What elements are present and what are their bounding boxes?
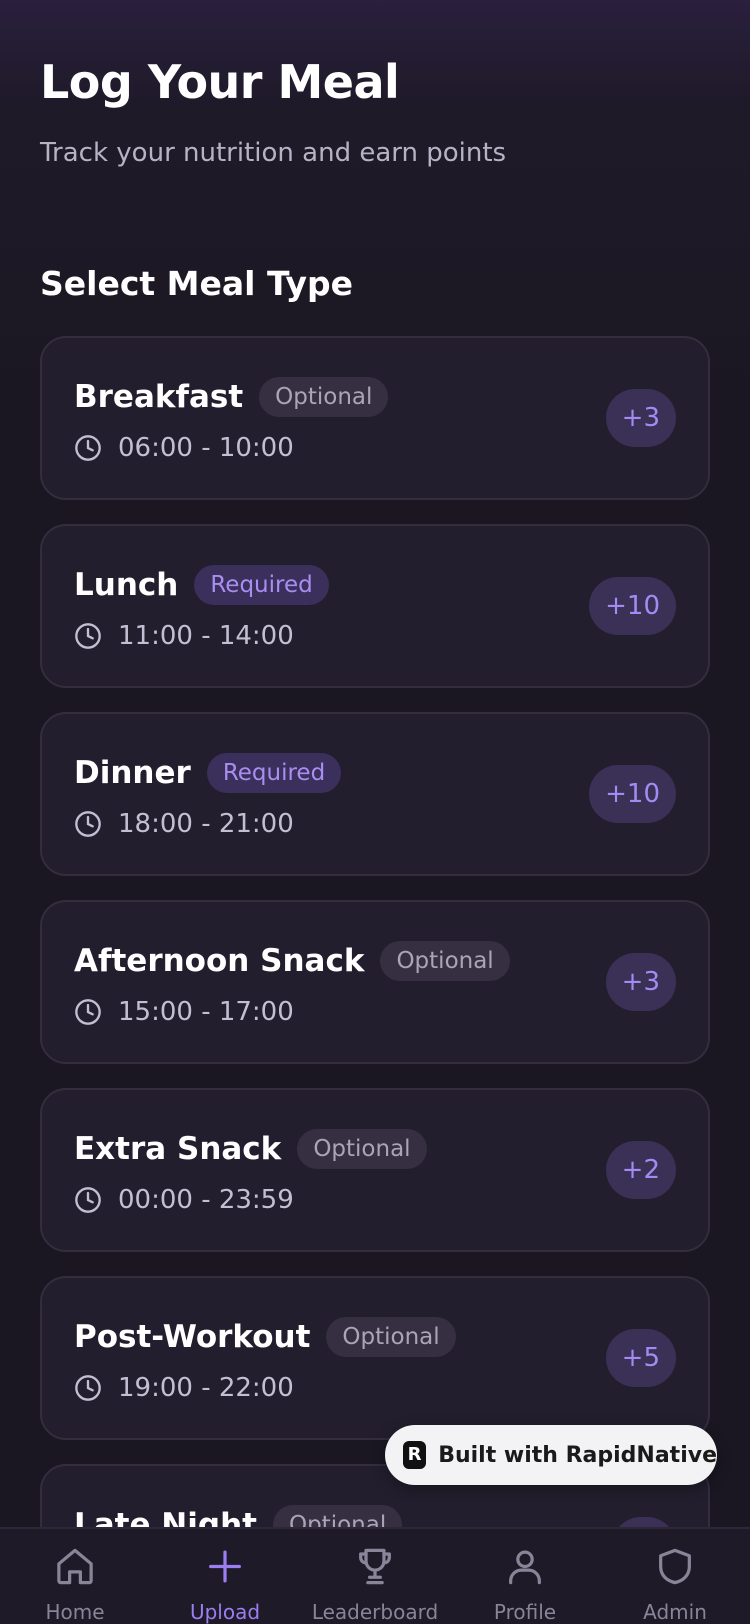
built-with-rapidnative-button[interactable]: R Built with RapidNative bbox=[385, 1425, 717, 1485]
clock-icon bbox=[75, 435, 101, 461]
meal-card-lunch[interactable]: Lunch Required 11:00 - 14:00 +10 bbox=[40, 524, 710, 688]
meal-badge: Optional bbox=[297, 1129, 427, 1169]
tab-home[interactable]: Home bbox=[0, 1529, 150, 1624]
points-badge: +3 bbox=[605, 389, 676, 447]
built-with-label: Built with RapidNative bbox=[438, 1442, 717, 1468]
bottom-tab-bar: Home Upload Leaderboard Profile Admin bbox=[0, 1527, 750, 1624]
meal-name: Extra Snack bbox=[74, 1131, 282, 1167]
page-subtitle: Track your nutrition and earn points bbox=[40, 138, 507, 168]
meal-time: 06:00 - 10:00 bbox=[118, 433, 294, 463]
meal-card-extra-snack[interactable]: Extra Snack Optional 00:00 - 23:59 +2 bbox=[40, 1088, 710, 1252]
page-title: Log Your Meal bbox=[40, 55, 400, 109]
shield-icon bbox=[659, 1548, 691, 1585]
page-header: Log Your Meal Track your nutrition and e… bbox=[40, 50, 710, 170]
meal-card-post-workout[interactable]: Post-Workout Optional 19:00 - 22:00 +5 bbox=[40, 1276, 710, 1440]
clock-icon bbox=[75, 1187, 101, 1213]
meal-time: 15:00 - 17:00 bbox=[118, 997, 294, 1027]
meal-badge: Optional bbox=[259, 377, 389, 417]
meal-time: 00:00 - 23:59 bbox=[118, 1185, 294, 1215]
meal-name: Lunch bbox=[74, 567, 179, 603]
clock-icon bbox=[75, 999, 101, 1025]
points-badge: +3 bbox=[605, 953, 676, 1011]
tab-label: Leaderboard bbox=[311, 1600, 439, 1624]
points-badge: +10 bbox=[589, 577, 676, 635]
plus-icon bbox=[209, 1550, 241, 1583]
tab-label: Upload bbox=[189, 1600, 261, 1624]
meal-badge: Required bbox=[194, 565, 329, 605]
meal-name: Breakfast bbox=[74, 379, 244, 415]
tab-label: Profile bbox=[493, 1600, 557, 1624]
rapidnative-logo-icon: R bbox=[403, 1441, 427, 1469]
clock-icon bbox=[75, 811, 101, 837]
meal-name: Afternoon Snack bbox=[74, 943, 365, 979]
meal-badge: Optional bbox=[326, 1317, 456, 1357]
tab-leaderboard[interactable]: Leaderboard bbox=[300, 1529, 450, 1624]
points-badge: +2 bbox=[605, 1141, 676, 1199]
trophy-icon bbox=[359, 1548, 391, 1585]
meal-card-breakfast[interactable]: Breakfast Optional 06:00 - 10:00 +3 bbox=[40, 336, 710, 500]
meal-badge: Optional bbox=[380, 941, 510, 981]
clock-icon bbox=[75, 1375, 101, 1401]
meal-name: Post-Workout bbox=[74, 1319, 311, 1355]
tab-upload[interactable]: Upload bbox=[150, 1529, 300, 1624]
meal-badge: Required bbox=[206, 753, 342, 793]
tab-admin[interactable]: Admin bbox=[600, 1529, 750, 1624]
section-title: Select Meal Type bbox=[40, 264, 354, 303]
meal-time: 11:00 - 14:00 bbox=[118, 621, 294, 651]
user-icon bbox=[509, 1550, 541, 1585]
points-badge: +5 bbox=[605, 1329, 676, 1387]
meal-card-afternoon-snack[interactable]: Afternoon Snack Optional 15:00 - 17:00 +3 bbox=[40, 900, 710, 1064]
clock-icon bbox=[75, 623, 101, 649]
meal-time: 19:00 - 22:00 bbox=[118, 1373, 294, 1403]
points-badge: +10 bbox=[589, 765, 676, 823]
meal-time: 18:00 - 21:00 bbox=[118, 809, 294, 839]
log-meal-screen: Log Your Meal Track your nutrition and e… bbox=[0, 0, 750, 1624]
tab-label: Home bbox=[45, 1600, 105, 1624]
home-icon bbox=[57, 1548, 93, 1585]
tab-profile[interactable]: Profile bbox=[450, 1529, 600, 1624]
tab-label: Admin bbox=[643, 1600, 707, 1624]
meal-name: Dinner bbox=[74, 755, 191, 791]
meal-card-dinner[interactable]: Dinner Required 18:00 - 21:00 +10 bbox=[40, 712, 710, 876]
